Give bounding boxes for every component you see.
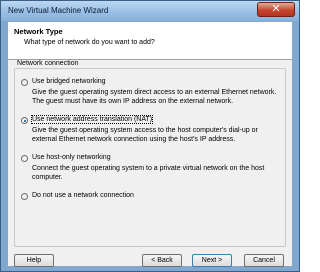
wizard-header: Network Type What type of network do you… [8, 22, 292, 60]
window-title: New Virtual Machine Wizard [8, 6, 109, 15]
wizard-window: New Virtual Machine Wizard ✕ Network Typ… [0, 0, 300, 272]
option-description: Give the guest operating system access t… [32, 127, 258, 143]
radio-no-network[interactable] [21, 193, 28, 200]
close-button[interactable]: ✕ [257, 2, 295, 17]
next-button[interactable]: Next > [192, 254, 232, 267]
radio-bridged[interactable] [21, 79, 28, 86]
option-label[interactable]: Use network address translation (NAT) [30, 115, 154, 124]
option-label[interactable]: Use host-only networking [32, 154, 111, 161]
radio-host-only[interactable] [21, 155, 28, 162]
close-icon: ✕ [271, 2, 281, 15]
back-button[interactable]: < Back [142, 254, 182, 267]
option-label[interactable]: Use bridged networking [32, 78, 106, 85]
help-button[interactable]: Help [14, 254, 54, 267]
cancel-button[interactable]: Cancel [244, 254, 284, 267]
page-subtitle: What type of network do you want to add? [24, 39, 155, 46]
option-description: Connect the guest operating system to a … [32, 165, 265, 181]
wizard-body: Network Type What type of network do you… [7, 21, 293, 267]
page-title: Network Type [14, 27, 63, 36]
group-label: Network connection [16, 60, 80, 67]
option-description: Give the guest operating system direct a… [32, 89, 277, 105]
title-bar[interactable]: New Virtual Machine Wizard ✕ [1, 1, 299, 21]
option-label[interactable]: Do not use a network connection [32, 192, 134, 199]
radio-nat[interactable] [21, 117, 28, 124]
